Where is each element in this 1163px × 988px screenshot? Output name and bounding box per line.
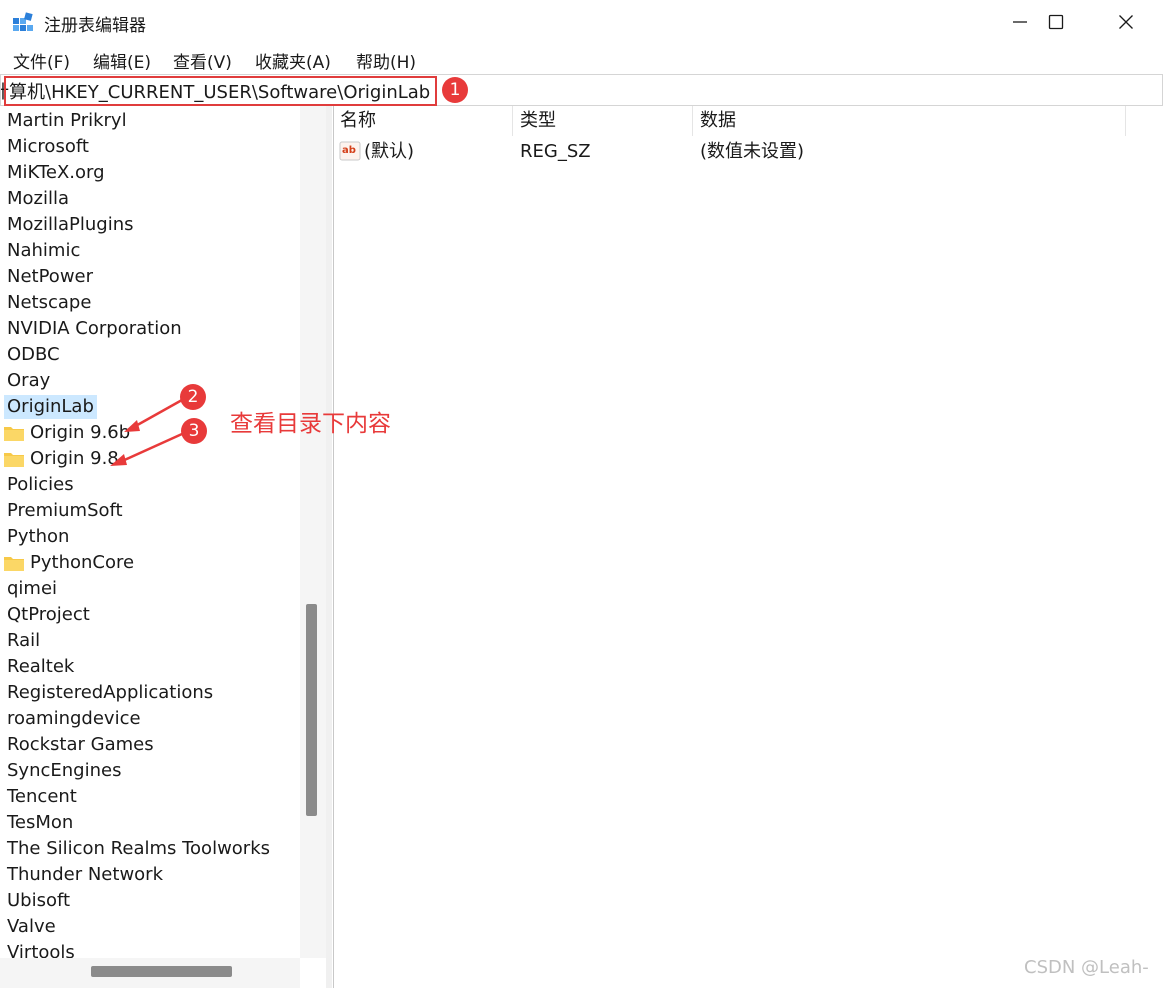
tree-item[interactable]: Valve: [7, 915, 56, 939]
tree-item[interactable]: MozillaPlugins: [7, 213, 134, 237]
tree-item[interactable]: Rockstar Games: [7, 733, 154, 757]
folder-icon: [4, 557, 24, 571]
tree-item[interactable]: RegisteredApplications: [7, 681, 213, 705]
menu-view[interactable]: 查看(V): [173, 48, 232, 73]
tree-item[interactable]: PythonCore: [30, 551, 134, 575]
tree-vertical-scroll-thumb[interactable]: [306, 604, 317, 816]
tree-item[interactable]: Ubisoft: [7, 889, 70, 913]
tree-item[interactable]: Origin 9.6b: [30, 421, 130, 445]
column-separator[interactable]: [692, 106, 693, 136]
tree-item[interactable]: qimei: [7, 577, 57, 601]
tree-item[interactable]: OriginLab: [4, 395, 97, 419]
menu-help[interactable]: 帮助(H): [356, 48, 416, 73]
tree-item[interactable]: Nahimic: [7, 239, 80, 263]
title-bar: 注册表编辑器: [0, 0, 1163, 44]
tree-item[interactable]: MiKTeX.org: [7, 161, 105, 185]
tree-item[interactable]: Netscape: [7, 291, 91, 315]
tree-item[interactable]: SyncEngines: [7, 759, 121, 783]
address-highlight-box: [4, 76, 437, 106]
maximize-button[interactable]: [1021, 0, 1091, 44]
folder-icon: [4, 453, 24, 467]
tree-item[interactable]: Mozilla: [7, 187, 69, 211]
tree-item[interactable]: Rail: [7, 629, 40, 653]
value-type-cell: REG_SZ: [520, 141, 591, 162]
tree-item[interactable]: Tencent: [7, 785, 77, 809]
tree-item[interactable]: Python: [7, 525, 69, 549]
tree-item[interactable]: Policies: [7, 473, 74, 497]
column-header-type[interactable]: 类型: [520, 106, 556, 136]
annotation-badge-1: 1: [442, 77, 468, 103]
tree-vertical-scrollbar[interactable]: [300, 106, 326, 958]
string-value-icon: ab: [339, 141, 361, 161]
column-separator[interactable]: [512, 106, 513, 136]
column-header-name[interactable]: 名称: [340, 106, 376, 136]
tree-item[interactable]: NetPower: [7, 265, 93, 289]
tree-item[interactable]: NVIDIA Corporation: [7, 317, 182, 341]
folder-icon: [4, 427, 24, 441]
menu-edit[interactable]: 编辑(E): [93, 48, 151, 73]
column-separator[interactable]: [1125, 106, 1126, 136]
tree-item[interactable]: ODBC: [7, 343, 60, 367]
column-header-data[interactable]: 数据: [700, 106, 736, 136]
tree-item[interactable]: PremiumSoft: [7, 499, 123, 523]
annotation-badge-3: 3: [181, 418, 207, 444]
tree-item[interactable]: TesMon: [7, 811, 73, 835]
tree-item[interactable]: Origin 9.8: [30, 447, 119, 471]
tree-item[interactable]: Martin Prikryl: [7, 109, 127, 133]
watermark: CSDN @Leah-: [1024, 957, 1149, 978]
values-list[interactable]: [333, 106, 1163, 988]
tree-horizontal-scroll-thumb[interactable]: [91, 966, 232, 977]
close-icon: [1119, 15, 1133, 29]
menu-file[interactable]: 文件(F): [13, 48, 70, 73]
tree-item[interactable]: QtProject: [7, 603, 90, 627]
annotation-note: 查看目录下内容: [230, 411, 391, 437]
tree-item[interactable]: The Silicon Realms Toolworks: [7, 837, 270, 861]
menu-favorites[interactable]: 收藏夹(A): [255, 48, 331, 73]
tree-item[interactable]: Microsoft: [7, 135, 89, 159]
tree-item[interactable]: Thunder Network: [7, 863, 163, 887]
tree-item[interactable]: Oray: [7, 369, 50, 393]
registry-tree[interactable]: Martin Prikryl Microsoft MiKTeX.org Mozilla…: [0, 106, 327, 988]
menu-bar: 文件(F) 编辑(E) 查看(V) 收藏夹(A) 帮助(H): [0, 44, 1163, 74]
value-name-cell[interactable]: (默认): [364, 140, 414, 164]
annotation-badge-2: 2: [180, 384, 206, 410]
value-data-cell: (数值未设置): [700, 141, 805, 162]
window-title: 注册表编辑器: [44, 16, 146, 36]
close-button[interactable]: [1091, 0, 1161, 44]
pane-splitter[interactable]: [326, 106, 332, 988]
maximize-icon: [1048, 14, 1064, 30]
tree-item[interactable]: Realtek: [7, 655, 74, 679]
svg-text:ab: ab: [342, 145, 356, 156]
tree-item[interactable]: roamingdevice: [7, 707, 141, 731]
registry-editor-icon: [13, 12, 33, 31]
